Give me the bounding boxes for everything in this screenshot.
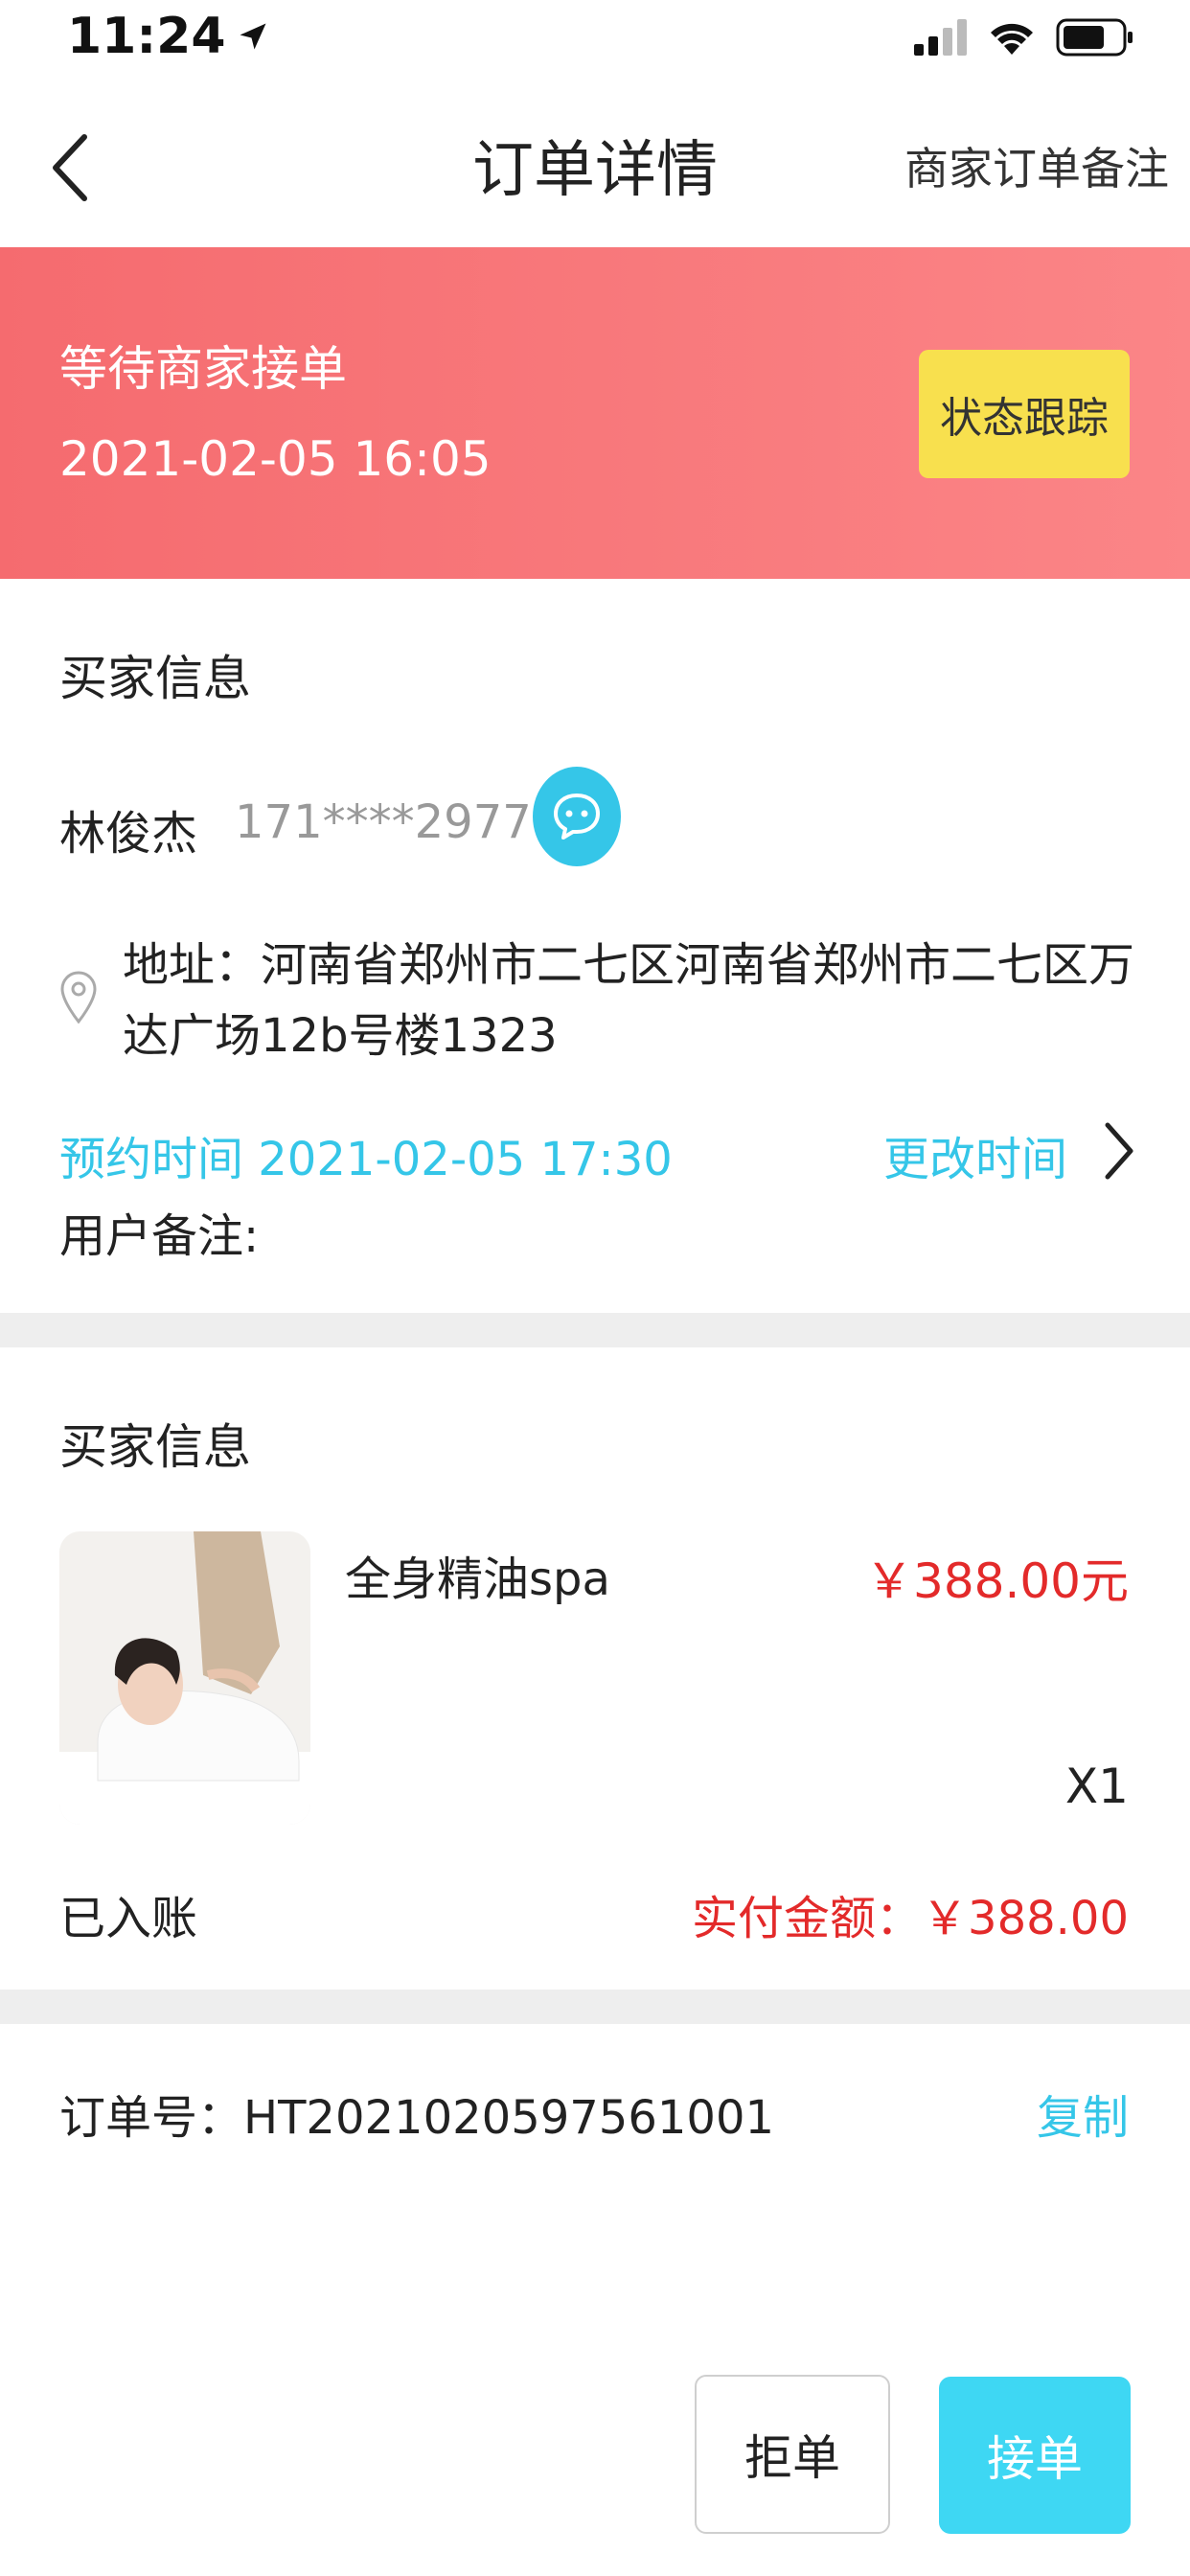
merchant-order-note-button[interactable]: 商家订单备注 <box>904 134 1169 197</box>
status-bar-indicators <box>914 17 1134 58</box>
accept-order-button[interactable]: 接单 <box>939 2377 1131 2534</box>
order-status-time: 2021-02-05 16:05 <box>59 431 492 487</box>
product-image <box>59 1531 310 1825</box>
order-number: 订单号：HT2021020597561001 <box>59 2091 775 2145</box>
chat-button[interactable] <box>533 767 621 866</box>
appointment-time: 预约时间 2021-02-05 17:30 <box>59 1133 673 1186</box>
wifi-icon <box>991 23 1033 55</box>
battery-icon <box>1056 18 1133 57</box>
cellular-signal-icon <box>914 19 967 56</box>
section-divider <box>0 1313 1190 1347</box>
reject-order-button[interactable]: 拒单 <box>695 2375 890 2534</box>
change-time-button[interactable]: 更改时间 <box>883 1121 1067 1188</box>
user-remark-label: 用户备注: <box>59 1209 260 1263</box>
section-divider <box>0 1990 1190 2024</box>
clock-text: 11:24 <box>67 8 226 65</box>
message-bubble-icon <box>554 794 600 840</box>
order-status-text: 等待商家接单 <box>59 341 347 397</box>
buyer-address: 地址：河南省郑州市二七区河南省郑州市二七区万达广场12b号楼1323 <box>123 938 1135 1063</box>
location-pin-icon <box>59 970 98 1029</box>
product-section-title: 买家信息 <box>59 1419 251 1475</box>
status-tracking-button[interactable]: 状态跟踪 <box>919 350 1130 478</box>
chevron-right-icon[interactable] <box>1102 1121 1136 1184</box>
copy-order-number-button[interactable]: 复制 <box>1037 2080 1129 2147</box>
paid-amount: 实付金额：￥388.00 <box>692 1892 1129 1945</box>
account-status: 已入账 <box>59 1892 198 1945</box>
product-quantity: X1 <box>1064 1759 1129 1814</box>
buyer-name: 林俊杰 <box>59 807 198 861</box>
product-name: 全身精油spa <box>345 1552 610 1606</box>
buyer-phone: 171****2977 <box>235 795 532 849</box>
buyer-section-title: 买家信息 <box>59 651 251 706</box>
product-price: ￥388.00元 <box>865 1553 1129 1609</box>
location-arrow-icon <box>240 23 266 50</box>
status-bar-time: 11:24 <box>67 8 270 65</box>
